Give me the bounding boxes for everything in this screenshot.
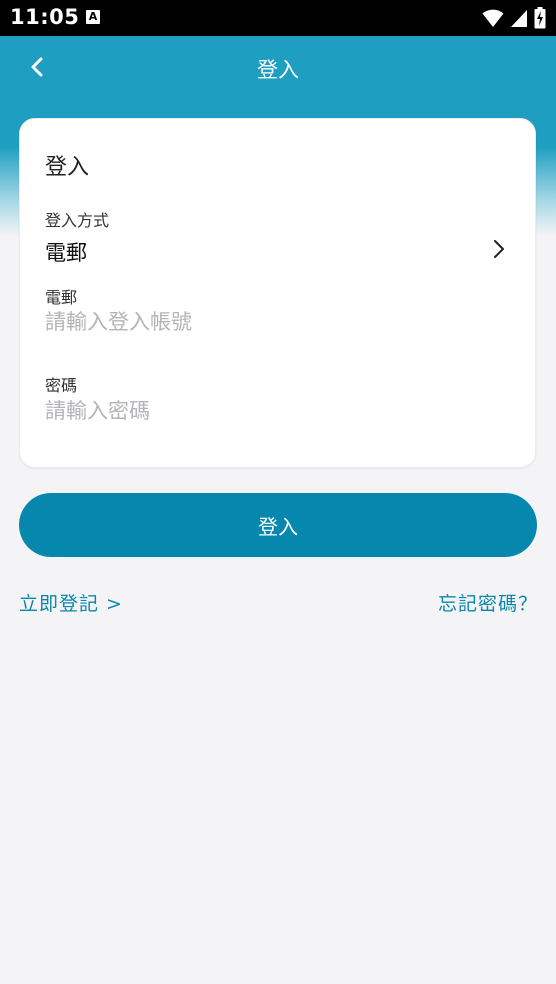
status-time: 11:05 — [10, 5, 80, 29]
password-label: 密碼 — [45, 376, 78, 395]
battery-charging-icon — [534, 7, 546, 29]
chevron-right-icon — [494, 240, 504, 258]
email-label: 電郵 — [45, 288, 78, 307]
status-bar: 11:05 A — [0, 0, 556, 36]
app-notification-icon: A — [86, 10, 100, 24]
page-title: 登入 — [257, 58, 299, 82]
login-method-label: 登入方式 — [45, 211, 110, 230]
forgot-password-link[interactable]: 忘記密碼？ — [438, 589, 538, 616]
email-input[interactable] — [45, 310, 485, 334]
login-button[interactable]: 登入 — [19, 493, 537, 557]
card-title: 登入 — [45, 155, 90, 180]
login-card: 登入 登入方式 電郵 電郵 密碼 — [19, 118, 536, 468]
register-link[interactable]: 立即登記 > — [19, 589, 123, 616]
wifi-icon — [482, 9, 504, 27]
password-input[interactable] — [45, 399, 485, 423]
login-method-value: 電郵 — [45, 241, 87, 265]
status-icons — [482, 7, 546, 29]
cellular-signal-icon — [511, 10, 527, 27]
app-header: 登入 — [0, 36, 556, 100]
